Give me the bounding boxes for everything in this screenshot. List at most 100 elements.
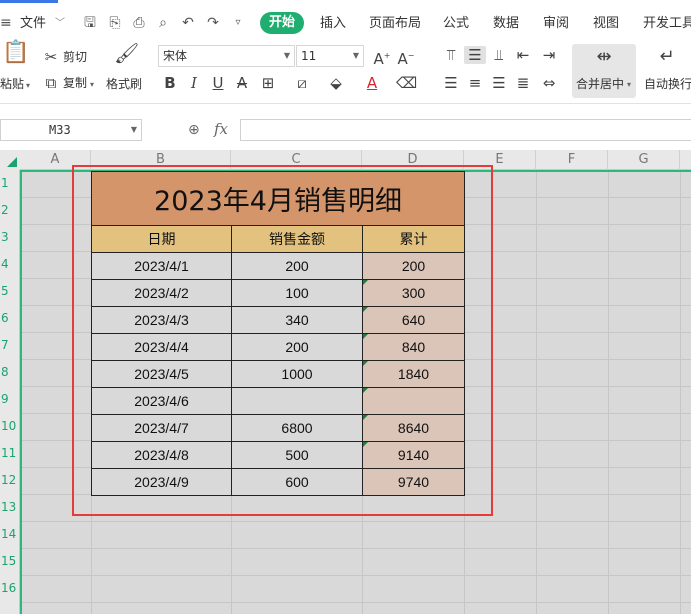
save-icon[interactable]: 🖫 (82, 15, 98, 31)
name-box[interactable]: M33 ▼ (0, 119, 142, 141)
clear-format-icon[interactable]: ⌫ (396, 74, 417, 92)
cell-date[interactable]: 2023/4/1 (91, 252, 232, 280)
tab-review[interactable]: 审阅 (543, 14, 569, 34)
customize-toolbar-icon[interactable]: ▿ (230, 15, 246, 31)
column-header-b[interactable]: B (91, 150, 231, 170)
cell-date[interactable]: 2023/4/9 (91, 468, 232, 496)
increase-font-icon[interactable]: A+ (372, 47, 392, 68)
cell-total[interactable]: 9140 (362, 441, 465, 469)
align-center-icon[interactable]: ≡ (466, 74, 484, 92)
strikethrough-icon[interactable]: A (234, 74, 250, 92)
cell-total[interactable]: 300 (362, 279, 465, 307)
cut-button[interactable]: 剪切 (63, 49, 87, 65)
bold-icon[interactable]: B (162, 74, 178, 92)
row-header-13[interactable]: 13 (0, 494, 20, 521)
cell-amount[interactable] (231, 387, 363, 415)
scissors-icon[interactable]: ✂ (42, 48, 60, 66)
justify-icon[interactable]: ≣ (514, 74, 532, 92)
align-bottom-icon[interactable]: ⫫ (490, 46, 508, 64)
row-header-2[interactable]: 2 (0, 197, 20, 224)
cell-date[interactable]: 2023/4/4 (91, 333, 232, 361)
font-size-select[interactable]: 11 ▼ (296, 45, 364, 67)
cell-amount[interactable]: 200 (231, 252, 363, 280)
decrease-font-icon[interactable]: A− (396, 47, 416, 68)
cell-amount[interactable]: 500 (231, 441, 363, 469)
paste-button[interactable]: 粘贴 (0, 76, 24, 92)
cell-amount[interactable]: 600 (231, 468, 363, 496)
copy-icon[interactable]: ⧉ (42, 74, 60, 92)
formula-input[interactable] (240, 119, 691, 141)
header-date[interactable]: 日期 (91, 225, 232, 253)
align-left-icon[interactable]: ☰ (442, 74, 460, 92)
undo-icon[interactable]: ↶ (180, 15, 196, 31)
cell-date[interactable]: 2023/4/8 (91, 441, 232, 469)
italic-icon[interactable]: I (186, 74, 202, 92)
header-total[interactable]: 累计 (362, 225, 465, 253)
select-all-corner[interactable] (0, 150, 20, 170)
column-header-e[interactable]: E (464, 150, 536, 170)
merge-center-button[interactable]: ⇹ 合并居中 ▾ (572, 44, 636, 98)
row-header-3[interactable]: 3 (0, 224, 20, 251)
border-icon[interactable]: ⊞ (258, 74, 278, 92)
cell-total[interactable]: 640 (362, 306, 465, 334)
tab-developer[interactable]: 开发工具 (643, 14, 691, 34)
tab-start[interactable]: 开始 (260, 12, 304, 34)
cell-total[interactable] (362, 387, 465, 415)
print-icon[interactable]: ⎙ (131, 15, 147, 31)
tab-page-layout[interactable]: 页面布局 (369, 14, 421, 34)
cell-date[interactable]: 2023/4/2 (91, 279, 232, 307)
column-header-a[interactable]: A (20, 150, 91, 170)
align-right-icon[interactable]: ☰ (490, 74, 508, 92)
cell-date[interactable]: 2023/4/3 (91, 306, 232, 334)
wrap-text-icon[interactable]: ↵ (656, 48, 678, 66)
row-header-10[interactable]: 10 (0, 413, 20, 440)
cell-amount[interactable]: 200 (231, 333, 363, 361)
cell-date[interactable]: 2023/4/5 (91, 360, 232, 388)
menu-file[interactable]: 文件 (20, 14, 46, 34)
row-header-12[interactable]: 12 (0, 467, 20, 494)
print-preview-icon[interactable]: ⌕ (155, 15, 171, 31)
format-painter-icon[interactable]: 🖌 (114, 43, 139, 68)
row-header-1[interactable]: 1 (0, 170, 20, 197)
row-header-15[interactable]: 15 (0, 548, 20, 575)
row-header-16[interactable]: 16 (0, 575, 20, 602)
row-header-6[interactable]: 6 (0, 305, 20, 332)
table-title[interactable]: 2023年4月销售明细 (91, 171, 465, 226)
tab-data[interactable]: 数据 (493, 14, 519, 34)
font-color-icon[interactable]: A (362, 74, 382, 92)
wrap-text-button[interactable]: 自动换行 (644, 76, 691, 92)
column-header-f[interactable]: F (536, 150, 608, 170)
column-header-g[interactable]: G (608, 150, 680, 170)
cell-amount[interactable]: 6800 (231, 414, 363, 442)
cell-total[interactable]: 8640 (362, 414, 465, 442)
cell-amount[interactable]: 1000 (231, 360, 363, 388)
cell-total[interactable]: 9740 (362, 468, 465, 496)
cell-date[interactable]: 2023/4/6 (91, 387, 232, 415)
fill-color-icon[interactable]: ⬙ (326, 74, 346, 92)
tab-insert[interactable]: 插入 (320, 14, 346, 34)
format-painter-button[interactable]: 格式刷 (106, 76, 142, 92)
zoom-lookup-icon[interactable]: ⊕ (188, 122, 200, 138)
align-top-icon[interactable]: ⫪ (442, 46, 460, 64)
row-header-5[interactable]: 5 (0, 278, 20, 305)
insert-function-icon[interactable]: fx (214, 120, 228, 138)
paste-icon[interactable]: 📋 (2, 42, 29, 66)
align-middle-icon[interactable]: ☰ (464, 46, 486, 64)
increase-indent-icon[interactable]: ⇥ (540, 46, 558, 64)
row-header-9[interactable]: 9 (0, 386, 20, 413)
column-header-c[interactable]: C (231, 150, 362, 170)
header-amount[interactable]: 销售金额 (231, 225, 363, 253)
cell-total[interactable]: 200 (362, 252, 465, 280)
menu-icon[interactable]: ≡ (0, 15, 12, 31)
cell-style-icon[interactable]: ⧄ (292, 74, 312, 92)
chevron-down-icon[interactable]: ﹀ (55, 14, 65, 34)
cell-amount[interactable]: 340 (231, 306, 363, 334)
row-header-4[interactable]: 4 (0, 251, 20, 278)
redo-icon[interactable]: ↷ (205, 15, 221, 31)
underline-icon[interactable]: U (210, 74, 226, 92)
cell-amount[interactable]: 100 (231, 279, 363, 307)
decrease-indent-icon[interactable]: ⇤ (514, 46, 532, 64)
row-header-7[interactable]: 7 (0, 332, 20, 359)
row-header-8[interactable]: 8 (0, 359, 20, 386)
cell-total[interactable]: 1840 (362, 360, 465, 388)
